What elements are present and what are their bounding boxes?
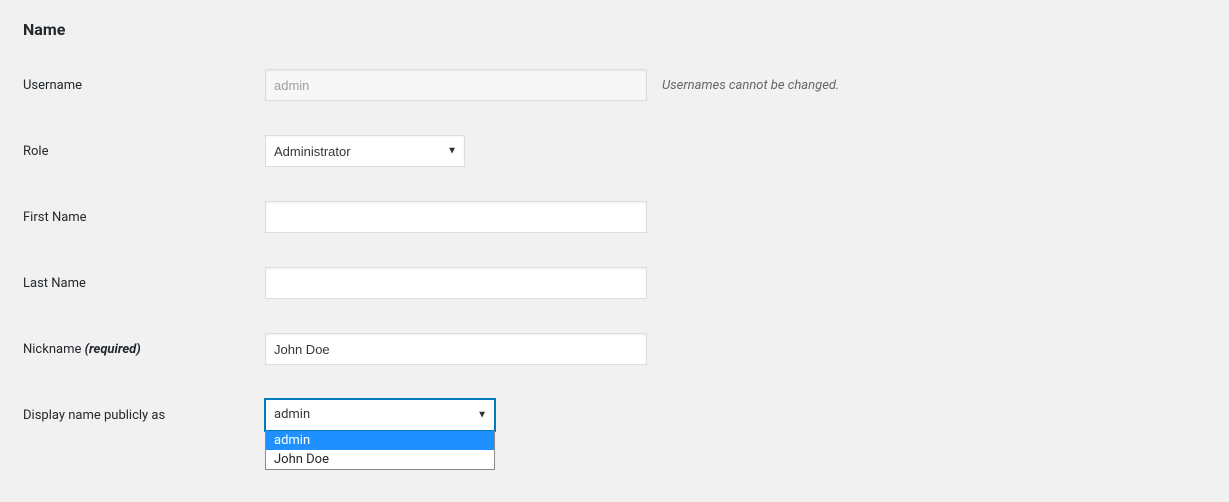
- display-name-select-wrapper: admin ▼ admin John Doe: [265, 399, 495, 431]
- role-select[interactable]: Administrator: [265, 135, 465, 167]
- username-label: Username: [20, 78, 265, 93]
- display-name-option[interactable]: admin: [266, 431, 494, 450]
- last-name-label: Last Name: [20, 276, 265, 291]
- nickname-label: Nickname (required): [20, 342, 265, 357]
- nickname-input[interactable]: [265, 333, 647, 365]
- display-name-select[interactable]: admin: [265, 399, 495, 431]
- first-name-label: First Name: [20, 210, 265, 225]
- display-name-dropdown: admin John Doe: [265, 431, 495, 470]
- display-name-label: Display name publicly as: [20, 408, 265, 423]
- nickname-row: Nickname (required): [20, 333, 1209, 365]
- display-name-row: Display name publicly as admin ▼ admin J…: [20, 399, 1209, 431]
- role-label: Role: [20, 144, 265, 159]
- nickname-label-text: Nickname: [23, 342, 81, 357]
- username-row: Username Usernames cannot be changed.: [20, 69, 1209, 101]
- username-input: [265, 69, 647, 101]
- last-name-input[interactable]: [265, 267, 647, 299]
- name-form: Username Usernames cannot be changed. Ro…: [20, 69, 1209, 431]
- nickname-required: (required): [85, 342, 141, 357]
- last-name-row: Last Name: [20, 267, 1209, 299]
- display-name-selected: admin: [274, 407, 310, 422]
- first-name-row: First Name: [20, 201, 1209, 233]
- role-select-wrapper: Administrator ▼: [265, 135, 465, 167]
- first-name-input[interactable]: [265, 201, 647, 233]
- username-description: Usernames cannot be changed.: [662, 78, 839, 93]
- display-name-option[interactable]: John Doe: [266, 450, 494, 469]
- role-row: Role Administrator ▼: [20, 135, 1209, 167]
- section-title: Name: [23, 20, 1209, 39]
